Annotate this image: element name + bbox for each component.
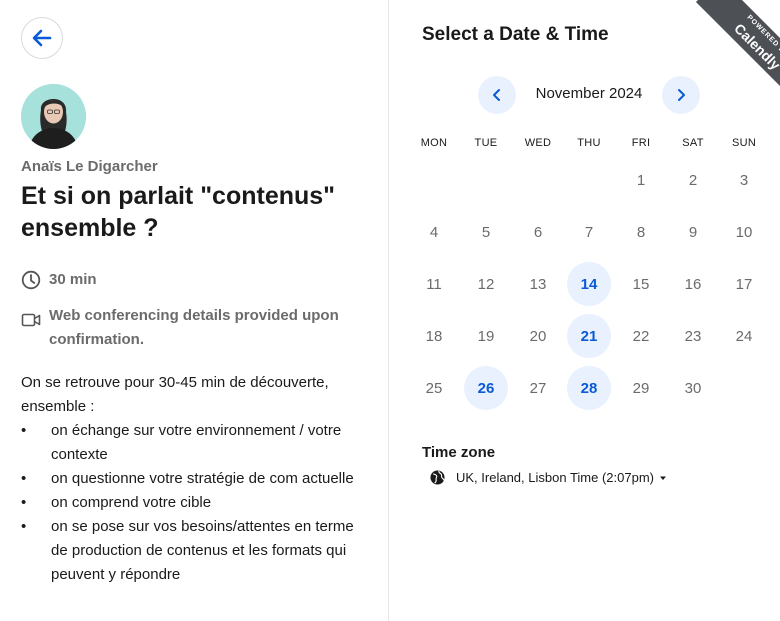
description-item: on échange sur votre environnement / vot… [21,419,366,467]
back-button[interactable] [21,17,63,59]
calendar-day-available[interactable]: 28 [567,366,611,410]
calendar-day: 7 [584,223,594,241]
calendar-day: 15 [632,275,650,293]
weekday-sun: SUN [731,137,757,149]
video-camera-icon [21,313,41,327]
timezone-label: Time zone [422,444,496,461]
calendar-day: 19 [477,327,495,345]
timezone-select[interactable]: UK, Ireland, Lisbon Time (2:07pm) [430,470,667,485]
duration-label: 30 min [49,271,97,288]
weekday-mon: MON [420,137,448,149]
calendar-day: 17 [735,275,753,293]
weekday-fri: FRI [631,137,651,149]
weekday-sat: SAT [682,137,704,149]
caret-down-icon [659,476,666,480]
arrow-left-icon [32,29,52,47]
weekday-tue: TUE [474,137,498,149]
duration-row: 30 min [21,268,97,292]
calendar-day: 11 [426,275,442,293]
description-list: on échange sur votre environnement / vot… [21,419,366,587]
calendar-day: 24 [735,327,753,345]
description-intro: On se retrouve pour 30-45 min de découve… [21,374,329,415]
calendar-day: 16 [684,275,702,293]
chevron-left-icon [493,89,500,101]
previous-month-button[interactable] [478,76,516,114]
conferencing-row: Web conferencing details provided upon c… [21,304,361,352]
calendar-day: 12 [477,275,495,293]
weekday-wed: WED [524,137,552,149]
organizer-name: Anaïs Le Digarcher [21,158,158,175]
date-time-panel: Select a Date & Time November 2024 MON TU… [390,0,780,621]
calendar-day: 27 [529,379,547,397]
calendar-day-available[interactable]: 21 [567,314,611,358]
badge-brand: Calendly [731,20,780,73]
weekday-thu: THU [577,137,601,149]
clock-icon [21,270,41,290]
calendar-day: 30 [684,379,702,397]
event-description: On se retrouve pour 30-45 min de découve… [21,371,366,587]
event-title: Et si on parlait "contenus" ensemble ? [21,182,336,242]
month-label: November 2024 [535,85,643,102]
calendar-day: 13 [529,275,547,293]
conferencing-label: Web conferencing details provided upon c… [49,307,339,348]
organizer-avatar [21,84,86,149]
calendar-day: 3 [739,171,749,189]
calendar-day-available[interactable]: 14 [567,262,611,306]
calendar-heading: Select a Date & Time [422,24,609,45]
powered-by-calendly-badge[interactable]: POWERED BY Calendly [680,0,780,100]
calendar-day: 29 [632,379,650,397]
calendar-day: 20 [529,327,547,345]
calendar-day: 2 [688,171,698,189]
calendar-day: 10 [735,223,753,241]
calendar-day: 1 [636,171,646,189]
description-item: on se pose sur vos besoins/attentes en t… [21,515,366,587]
calendar-day: 23 [684,327,702,345]
calendar-day: 8 [636,223,646,241]
calendar-day: 22 [632,327,650,345]
event-details-panel: Anaïs Le Digarcher Et si on parlait "con… [0,0,389,621]
calendar-day: 25 [425,379,443,397]
calendar-day: 9 [688,223,698,241]
month-navigation: November 2024 [478,76,700,114]
timezone-value: UK, Ireland, Lisbon Time (2:07pm) [456,470,654,485]
calendar-day: 5 [481,223,491,241]
globe-icon [430,470,445,485]
calendar-day: 18 [425,327,443,345]
description-item: on questionne votre stratégie de com act… [21,467,366,491]
calendar-day-available[interactable]: 26 [464,366,508,410]
description-item: on comprend votre cible [21,491,366,515]
calendar-day: 4 [429,223,439,241]
calendar-day: 6 [533,223,543,241]
